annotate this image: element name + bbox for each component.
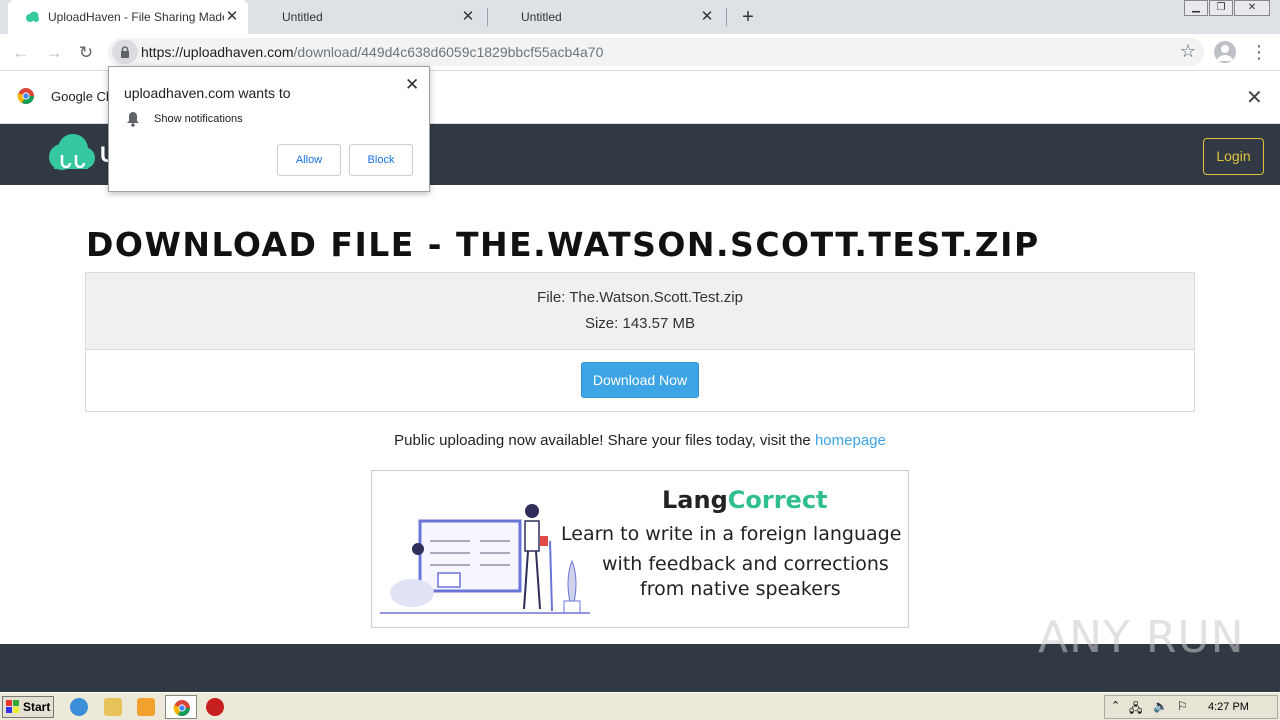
- tab-separator: [487, 8, 488, 26]
- ad-brand: LangCorrect: [662, 486, 828, 514]
- tab-untitled-1[interactable]: Untitled ✕: [264, 0, 484, 34]
- homepage-link[interactable]: homepage: [815, 432, 886, 449]
- block-button[interactable]: Block: [349, 144, 413, 176]
- tab-title: UploadHaven - File Sharing Made Sim: [48, 10, 224, 24]
- ad-line-3: from native speakers: [640, 578, 841, 600]
- permission-label: Show notifications: [154, 113, 243, 125]
- tab-untitled-2[interactable]: Untitled ✕: [503, 0, 723, 34]
- tab-close-icon[interactable]: ✕: [460, 9, 476, 25]
- forward-button[interactable]: →: [42, 41, 66, 65]
- file-explorer-icon[interactable]: [104, 698, 122, 716]
- notification-permission-popup: uploadhaven.com wants to ✕ Show notifica…: [108, 66, 430, 192]
- ad-line-1: Learn to write in a foreign language: [561, 523, 902, 545]
- download-now-button[interactable]: Download Now: [581, 362, 699, 398]
- flag-icon[interactable]: ⚐: [1177, 699, 1188, 713]
- new-tab-button[interactable]: +: [736, 6, 760, 28]
- tab-uploadhaven[interactable]: UploadHaven - File Sharing Made Sim ✕: [8, 0, 248, 34]
- lock-icon[interactable]: [112, 40, 138, 64]
- infobar-text: Google Ch: [51, 89, 114, 104]
- chrome-logo-icon: [173, 700, 190, 716]
- system-tray: ⌃ 🖧 🔈 ⚐: [1104, 695, 1278, 719]
- window-close-button[interactable]: ✕: [1234, 0, 1270, 16]
- page-title: DOWNLOAD FILE - THE.WATSON.SCOTT.TEST.ZI…: [86, 225, 1040, 264]
- chrome-taskbar-button[interactable]: [165, 695, 197, 719]
- allow-button[interactable]: Allow: [277, 144, 341, 176]
- tab-strip: UploadHaven - File Sharing Made Sim ✕ Un…: [0, 0, 1280, 34]
- minimize-button[interactable]: ▁: [1184, 0, 1208, 16]
- tab-title: Untitled: [521, 10, 562, 24]
- windows-taskbar: Start ⌃ 🖧 🔈 ⚐ 4:27 PM: [0, 692, 1280, 720]
- login-button[interactable]: Login: [1203, 138, 1264, 175]
- tab-close-icon[interactable]: ✕: [699, 9, 715, 25]
- uploadhaven-favicon-icon: [26, 11, 39, 22]
- start-button[interactable]: Start: [2, 696, 54, 718]
- tab-title: Untitled: [282, 10, 323, 24]
- ad-illustration-icon: [380, 504, 590, 614]
- back-button[interactable]: ←: [9, 41, 33, 65]
- restore-button[interactable]: ❐: [1209, 0, 1233, 16]
- windows-flag-icon: [6, 700, 19, 713]
- reload-button[interactable]: ↻: [74, 41, 98, 65]
- public-upload-text: Public uploading now available! Share yo…: [394, 432, 815, 449]
- tray-expand-icon[interactable]: ⌃: [1111, 699, 1120, 712]
- url-path: /download/449d4c638d6059c1829bbcf55acb4a…: [293, 44, 604, 60]
- popup-close-icon[interactable]: ✕: [405, 75, 419, 95]
- file-panel: File: The.Watson.Scott.Test.zip Size: 14…: [85, 272, 1195, 412]
- taskbar-clock[interactable]: 4:27 PM: [1208, 701, 1249, 713]
- file-size: Size: 143.57 MB: [584, 315, 696, 332]
- bell-icon: [127, 112, 139, 127]
- tab-close-icon[interactable]: ✕: [224, 9, 240, 25]
- uploadhaven-logo-icon[interactable]: [46, 133, 96, 173]
- start-label: Start: [23, 700, 51, 714]
- url-text: https://uploadhaven.com/download/449d4c6…: [141, 44, 603, 60]
- url-host: https://uploadhaven.com: [141, 44, 294, 60]
- anyrun-watermark: ANY RUN: [1038, 612, 1245, 663]
- address-bar[interactable]: https://uploadhaven.com/download/449d4c6…: [108, 38, 1204, 66]
- bookmark-star-icon[interactable]: ☆: [1180, 41, 1196, 62]
- network-icon[interactable]: 🖧: [1129, 699, 1142, 720]
- ad-brand-part1: Lang: [662, 486, 728, 514]
- infobar-close-icon[interactable]: ✕: [1246, 85, 1263, 110]
- file-info: File: The.Watson.Scott.Test.zip Size: 14…: [86, 273, 1194, 350]
- media-player-icon[interactable]: [137, 698, 155, 716]
- ad-brand-part2: Correct: [727, 486, 828, 514]
- tab-separator: [726, 8, 727, 26]
- internet-explorer-icon[interactable]: [70, 698, 88, 716]
- file-name: File: The.Watson.Scott.Test.zip: [537, 289, 743, 306]
- popup-title: uploadhaven.com wants to: [124, 85, 291, 101]
- chrome-logo-icon: [17, 88, 34, 104]
- langcorrect-ad[interactable]: LangCorrect Learn to write in a foreign …: [371, 470, 909, 628]
- browser-menu-icon[interactable]: ⋮: [1250, 41, 1268, 63]
- volume-icon[interactable]: 🔈: [1153, 699, 1168, 713]
- stop-icon[interactable]: [206, 698, 224, 716]
- public-upload-notice: Public uploading now available! Share yo…: [0, 432, 1280, 449]
- ad-line-2: with feedback and corrections: [602, 553, 889, 575]
- profile-avatar-icon[interactable]: [1214, 41, 1236, 63]
